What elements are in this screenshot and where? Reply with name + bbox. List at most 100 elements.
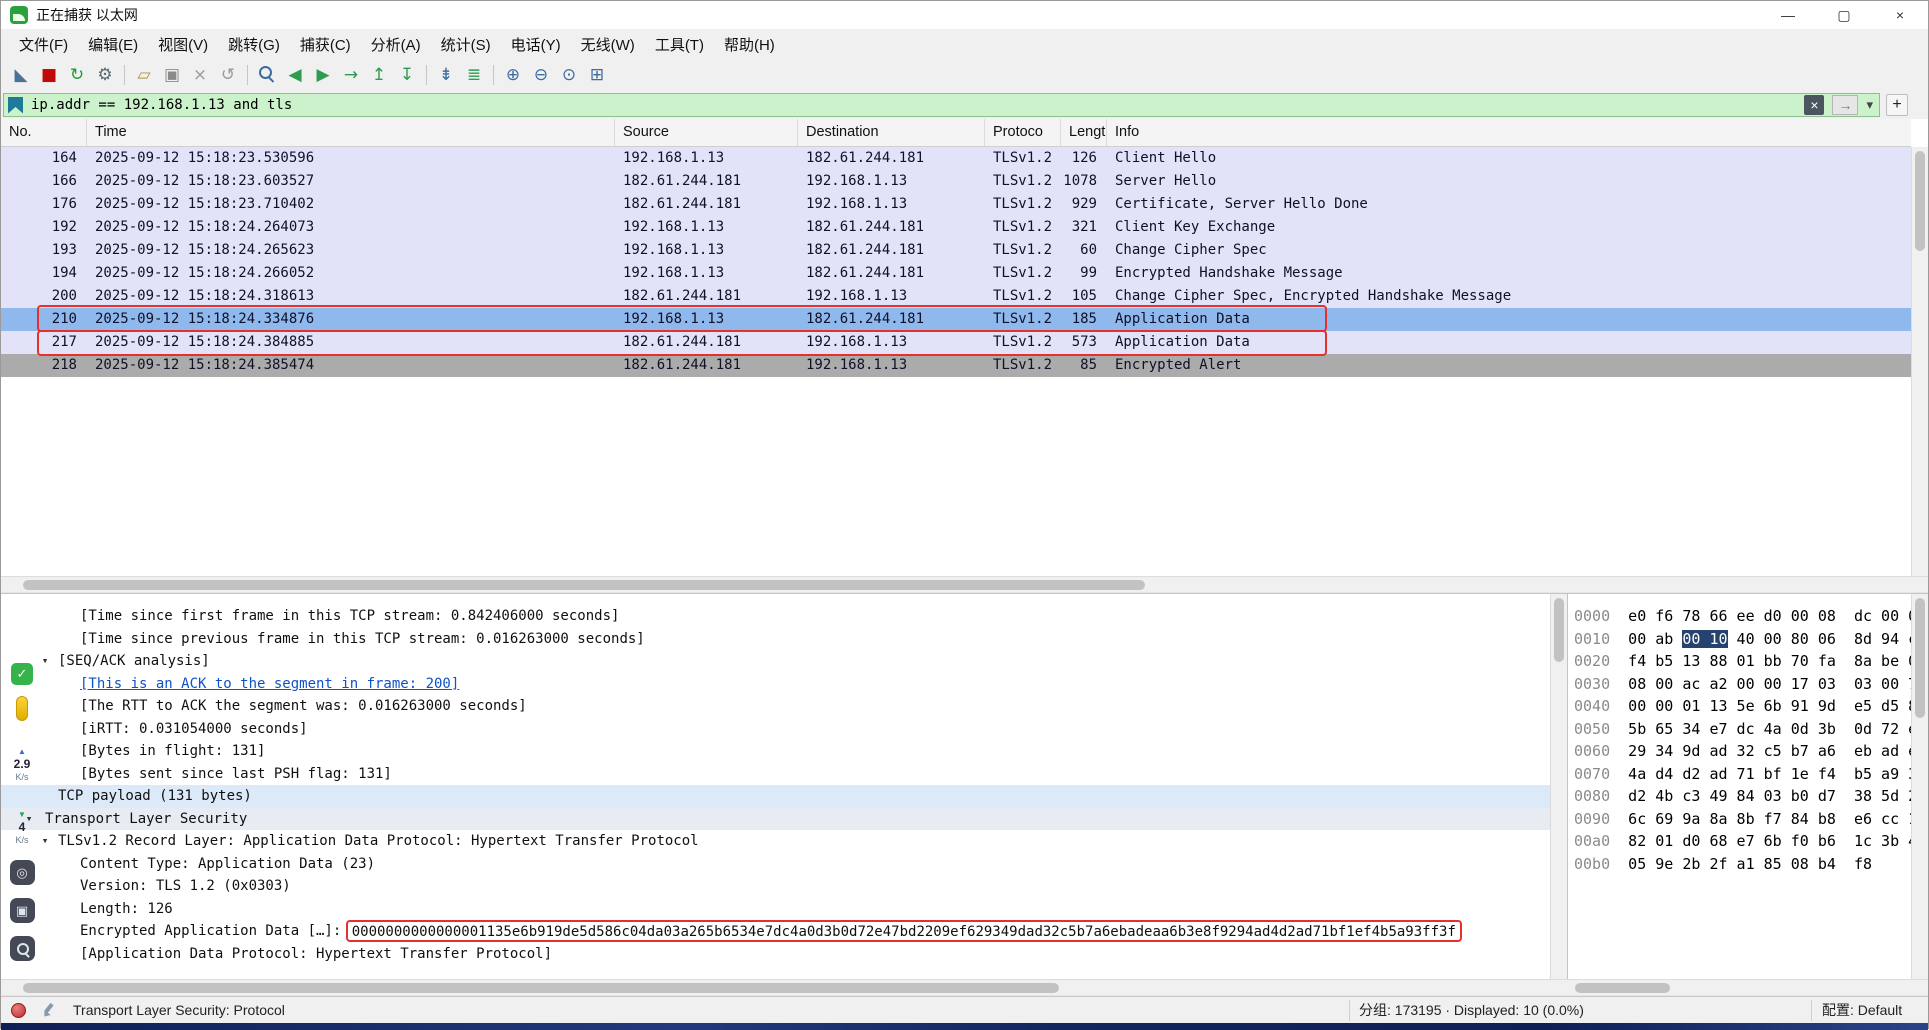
hex-row-0080[interactable]: 0080 d2 4b c3 49 84 03 b0 d7 38 5d 2c [1574,785,1911,808]
detail-line-0[interactable]: [Time since first frame in this TCP stre… [1,605,1550,628]
col-no[interactable]: No. [1,119,87,146]
detail-line-11[interactable]: Content Type: Application Data (23) [1,853,1550,876]
scrollbar-thumb[interactable] [1915,151,1925,251]
resize-columns-icon[interactable]: ⊞ [583,62,611,88]
packet-row-218[interactable]: 2182025-09-12 15:18:24.385474182.61.244.… [1,354,1911,377]
detail-line-3[interactable]: [This is an ACK to the segment in frame:… [1,673,1550,696]
packet-row-193[interactable]: 1932025-09-12 15:18:24.265623192.168.1.1… [1,239,1911,262]
detail-line-4[interactable]: [The RTT to ACK the segment was: 0.01626… [1,695,1550,718]
display-filter-input[interactable]: ip.addr == 192.168.1.13 and tls × → ▾ [3,93,1880,117]
col-protocol[interactable]: Protoco [985,119,1061,146]
reload-file-icon[interactable]: ↺ [214,62,242,88]
menu-view[interactable]: 视图(V) [148,31,218,58]
scrollbar-thumb[interactable] [23,580,1145,590]
detail-line-13[interactable]: Length: 126 [1,898,1550,921]
detail-line-14[interactable]: Encrypted Application Data […]: 00000000… [1,920,1550,943]
col-source[interactable]: Source [615,119,798,146]
detail-line-7[interactable]: [Bytes sent since last PSH flag: 131] [1,763,1550,786]
packet-row-192[interactable]: 1922025-09-12 15:18:24.264073192.168.1.1… [1,216,1911,239]
menu-edit[interactable]: 编辑(E) [78,31,148,58]
save-file-icon[interactable]: ▣ [158,62,186,88]
filter-apply-icon[interactable]: → [1832,95,1858,115]
hex-row-0030[interactable]: 0030 08 00 ac a2 00 00 17 03 03 00 7e [1574,673,1911,696]
detail-line-12[interactable]: Version: TLS 1.2 (0x0303) [1,875,1550,898]
menu-statistics[interactable]: 统计(S) [431,31,501,58]
col-length[interactable]: Lengt [1061,119,1107,146]
colorize-packets-icon[interactable]: ≣ [460,62,488,88]
detail-line-5[interactable]: [iRTT: 0.031054000 seconds] [1,718,1550,741]
hex-row-0060[interactable]: 0060 29 34 9d ad 32 c5 b7 a6 eb ad ea [1574,740,1911,763]
menu-tools[interactable]: 工具(T) [645,31,714,58]
hex-row-0040[interactable]: 0040 00 00 01 13 5e 6b 91 9d e5 d5 86 [1574,695,1911,718]
detail-line-2[interactable]: ▾[SEQ/ACK analysis] [1,650,1550,673]
packet-list-horizontal-scrollbar[interactable] [1,576,1928,593]
shark-fin-start-capture-icon[interactable]: ◣ [7,62,35,88]
menu-analyze[interactable]: 分析(A) [361,31,431,58]
open-file-icon[interactable]: ▱ [130,62,158,88]
zoom-reset-icon[interactable]: ⊙ [555,62,583,88]
filter-add-button[interactable]: + [1886,94,1908,116]
zoom-out-icon[interactable]: ⊖ [527,62,555,88]
capture-comment-pencil-icon[interactable] [40,1003,55,1018]
hex-row-0070[interactable]: 0070 4a d4 d2 ad 71 bf 1e f4 b5 a9 3f [1574,763,1911,786]
menu-telephony[interactable]: 电话(Y) [501,31,571,58]
close-file-icon[interactable]: × [186,62,214,88]
scrollbar-thumb[interactable] [23,983,1059,993]
status-profile[interactable]: 配置: Default [1822,1000,1902,1020]
col-destination[interactable]: Destination [798,119,985,146]
hex-row-0000[interactable]: 0000 e0 f6 78 66 ee d0 00 08 dc 00 02 [1574,605,1911,628]
hex-row-0090[interactable]: 0090 6c 69 9a 8a 8b f7 84 b8 e6 cc 1f [1574,808,1911,831]
hex-row-0050[interactable]: 0050 5b 65 34 e7 dc 4a 0d 3b 0d 72 e4 [1574,718,1911,741]
filter-dropdown-icon[interactable]: ▾ [1866,97,1873,113]
stop-capture-icon[interactable]: ■ [35,62,63,88]
close-button[interactable]: × [1872,1,1928,29]
scrollbar-thumb[interactable] [1575,983,1670,993]
overlay-search-icon[interactable] [10,936,35,961]
detail-line-10[interactable]: ▾TLSv1.2 Record Layer: Application Data … [1,830,1550,853]
capture-options-gear-icon[interactable]: ⚙ [91,62,119,88]
expert-info-icon[interactable] [11,1003,26,1018]
hex-row-00b0[interactable]: 00b0 05 9e 2b 2f a1 85 08 b4 f8 [1574,853,1911,876]
next-packet-icon[interactable]: ▶ [309,62,337,88]
expand-arrow-icon[interactable]: ▾ [37,830,53,853]
overlay-status-check-icon[interactable]: ✓ [11,663,33,685]
overlay-screenshot-icon[interactable]: ▣ [10,898,35,923]
detail-vertical-scrollbar[interactable] [1550,593,1567,979]
hex-row-0010[interactable]: 0010 00 ab 00 10 40 00 80 06 8d 94 c0 [1574,628,1911,651]
overlay-battery-icon[interactable] [16,696,28,721]
hex-row-0020[interactable]: 0020 f4 b5 13 88 01 bb 70 fa 8a be 0b [1574,650,1911,673]
detail-line-9[interactable]: ▾Transport Layer Security [1,808,1550,831]
minimize-button[interactable]: — [1760,1,1816,29]
filter-clear-icon[interactable]: × [1804,95,1824,115]
auto-scroll-icon[interactable]: ⇟ [432,62,460,88]
restart-capture-icon[interactable]: ↻ [63,62,91,88]
filter-bookmark-icon[interactable] [8,97,23,114]
menu-wireless[interactable]: 无线(W) [571,31,645,58]
last-packet-icon[interactable]: ↧ [393,62,421,88]
col-info[interactable]: Info [1107,119,1911,146]
detail-line-8[interactable]: TCP payload (131 bytes) [1,785,1550,808]
detail-line-1[interactable]: [Time since previous frame in this TCP s… [1,628,1550,651]
previous-packet-icon[interactable]: ◀ [281,62,309,88]
packet-row-176[interactable]: 1762025-09-12 15:18:23.710402182.61.244.… [1,193,1911,216]
expand-arrow-icon[interactable]: ▾ [37,650,53,673]
detail-line-6[interactable]: [Bytes in flight: 131] [1,740,1550,763]
menu-go[interactable]: 跳转(G) [218,31,290,58]
packet-row-217[interactable]: 2172025-09-12 15:18:24.384885182.61.244.… [1,331,1911,354]
packet-row-210[interactable]: 2102025-09-12 15:18:24.334876192.168.1.1… [1,308,1911,331]
overlay-target-icon[interactable]: ◎ [10,860,35,885]
goto-packet-icon[interactable]: → [337,62,365,88]
packet-row-200[interactable]: 2002025-09-12 15:18:24.318613182.61.244.… [1,285,1911,308]
packet-row-166[interactable]: 1662025-09-12 15:18:23.603527182.61.244.… [1,170,1911,193]
find-packet-icon[interactable] [253,62,281,88]
detail-horizontal-scrollbar[interactable] [1,979,1567,996]
detail-line-15[interactable]: [Application Data Protocol: Hypertext Tr… [1,943,1550,966]
zoom-in-icon[interactable]: ⊕ [499,62,527,88]
hex-horizontal-scrollbar[interactable] [1567,979,1928,996]
hex-vertical-scrollbar[interactable] [1911,593,1928,979]
packet-list-vertical-scrollbar[interactable] [1911,147,1928,576]
scrollbar-thumb[interactable] [1915,598,1925,718]
scrollbar-thumb[interactable] [1554,598,1564,662]
menu-capture[interactable]: 捕获(C) [290,31,361,58]
first-packet-icon[interactable]: ↥ [365,62,393,88]
